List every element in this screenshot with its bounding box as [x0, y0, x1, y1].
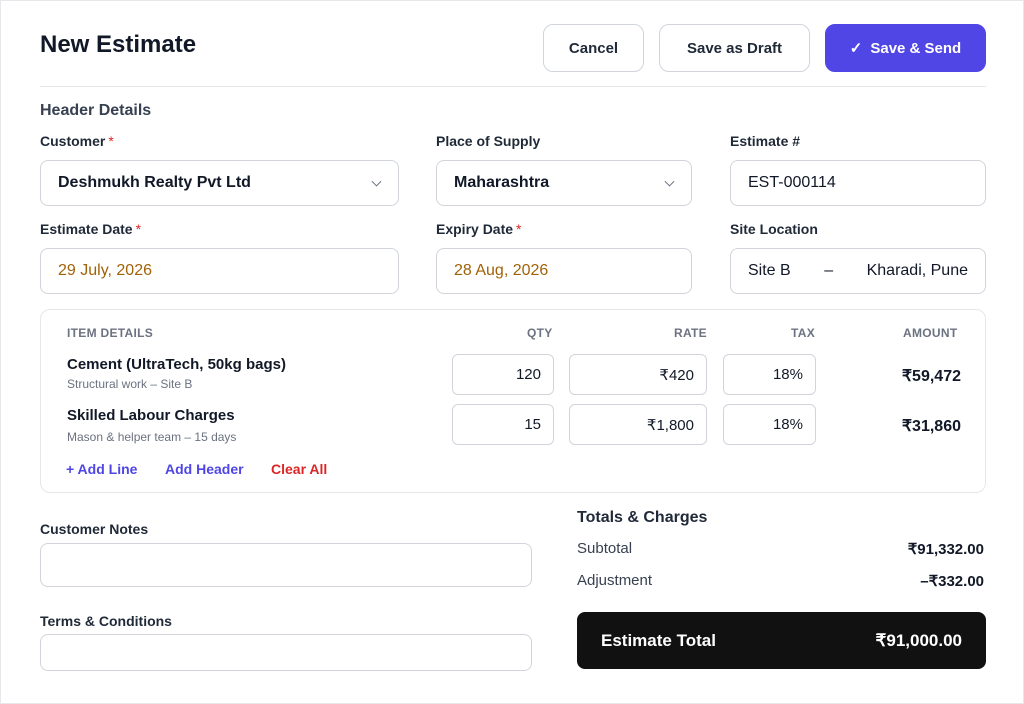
save-send-button[interactable]: ✓ Save & Send — [825, 24, 986, 72]
item-name: Skilled Labour Charges — [67, 407, 235, 424]
site-location-label: Site Location — [730, 221, 818, 237]
place-of-supply-label: Place of Supply — [436, 133, 541, 149]
estimate-total-bar: Estimate Total ₹91,000.00 — [577, 612, 986, 669]
estimate-total-value: ₹91,000.00 — [875, 630, 962, 650]
estimate-total-label: Estimate Total — [601, 630, 716, 650]
estimate-form: New Estimate Cancel Save as Draft ✓ Save… — [0, 0, 1024, 704]
site-location-field[interactable]: Site B – Kharadi, Pune — [730, 248, 986, 294]
item-amount: ₹59,472 — [901, 368, 961, 385]
save-draft-button[interactable]: Save as Draft — [659, 24, 810, 72]
customer-value: Deshmukh Realty Pvt Ltd — [58, 174, 251, 191]
col-rate: RATE — [674, 326, 707, 340]
site-location-site: Site B — [748, 262, 791, 279]
header-details-title: Header Details — [40, 102, 152, 119]
item-desc: Mason & helper team – 15 days — [67, 430, 237, 444]
terms-label: Terms & Conditions — [40, 613, 172, 629]
place-of-supply-value: Maharashtra — [454, 174, 550, 191]
customer-notes-label: Customer Notes — [40, 521, 149, 537]
subtotal-value: ₹91,332.00 — [907, 541, 984, 558]
clear-all-link[interactable]: Clear All — [271, 461, 327, 477]
rate-input[interactable]: ₹420 — [569, 354, 707, 395]
col-item-details: ITEM DETAILS — [67, 326, 154, 340]
cancel-button[interactable]: Cancel — [543, 24, 644, 72]
totals-title: Totals & Charges — [577, 509, 708, 526]
site-location-separator: – — [824, 262, 834, 279]
estimate-number-label: Estimate # — [730, 133, 801, 149]
check-icon: ✓ — [849, 40, 863, 57]
cancel-button-label: Cancel — [568, 39, 619, 57]
chevron-down-icon — [664, 176, 675, 187]
expiry-date-label: Expiry Date * — [436, 221, 522, 237]
chevron-down-icon — [371, 176, 382, 187]
required-marker: * — [135, 221, 142, 237]
save-send-button-label: Save & Send — [870, 39, 962, 57]
tax-input[interactable]: 18% — [723, 404, 816, 445]
customer-select[interactable]: Deshmukh Realty Pvt Ltd — [40, 160, 399, 206]
expiry-date-field[interactable]: 28 Aug, 2026 — [436, 248, 692, 294]
subtotal-label: Subtotal — [577, 540, 633, 557]
estimate-number-field[interactable]: EST-000114 — [730, 160, 986, 206]
col-amount: AMOUNT — [903, 326, 958, 340]
add-line-link[interactable]: + Add Line — [66, 461, 137, 477]
item-name: Cement (UltraTech, 50kg bags) — [67, 356, 286, 373]
qty-input[interactable]: 15 — [452, 404, 554, 445]
rate-input[interactable]: ₹1,800 — [569, 404, 707, 445]
item-amount: ₹31,860 — [901, 418, 961, 435]
items-table: ITEM DETAILS QTY RATE TAX AMOUNT Cement … — [40, 309, 986, 493]
required-marker: * — [516, 221, 522, 237]
qty-input[interactable]: 120 — [452, 354, 554, 395]
estimate-date-label: Estimate Date * — [40, 221, 142, 237]
estimate-number-value: EST-000114 — [748, 174, 836, 191]
add-header-link[interactable]: Add Header — [165, 461, 244, 477]
save-draft-button-label: Save as Draft — [686, 39, 783, 57]
place-of-supply-select[interactable]: Maharashtra — [436, 160, 692, 206]
estimate-date-value: 29 July, 2026 — [58, 262, 152, 279]
tax-input[interactable]: 18% — [723, 354, 816, 395]
customer-notes-input[interactable] — [40, 543, 532, 587]
estimate-date-field[interactable]: 29 July, 2026 — [40, 248, 399, 294]
site-location-area: Kharadi, Pune — [866, 262, 968, 279]
expiry-date-value: 28 Aug, 2026 — [454, 262, 549, 279]
terms-input[interactable] — [40, 634, 532, 671]
header-divider — [40, 86, 986, 87]
col-tax: TAX — [791, 326, 816, 340]
adjustment-value: –₹332.00 — [920, 573, 984, 590]
adjustment-label: Adjustment — [577, 572, 653, 589]
required-marker: * — [108, 133, 114, 149]
col-qty: QTY — [527, 326, 553, 340]
page-title: New Estimate — [40, 31, 197, 58]
item-desc: Structural work – Site B — [67, 377, 193, 391]
customer-label: Customer * — [40, 133, 114, 149]
